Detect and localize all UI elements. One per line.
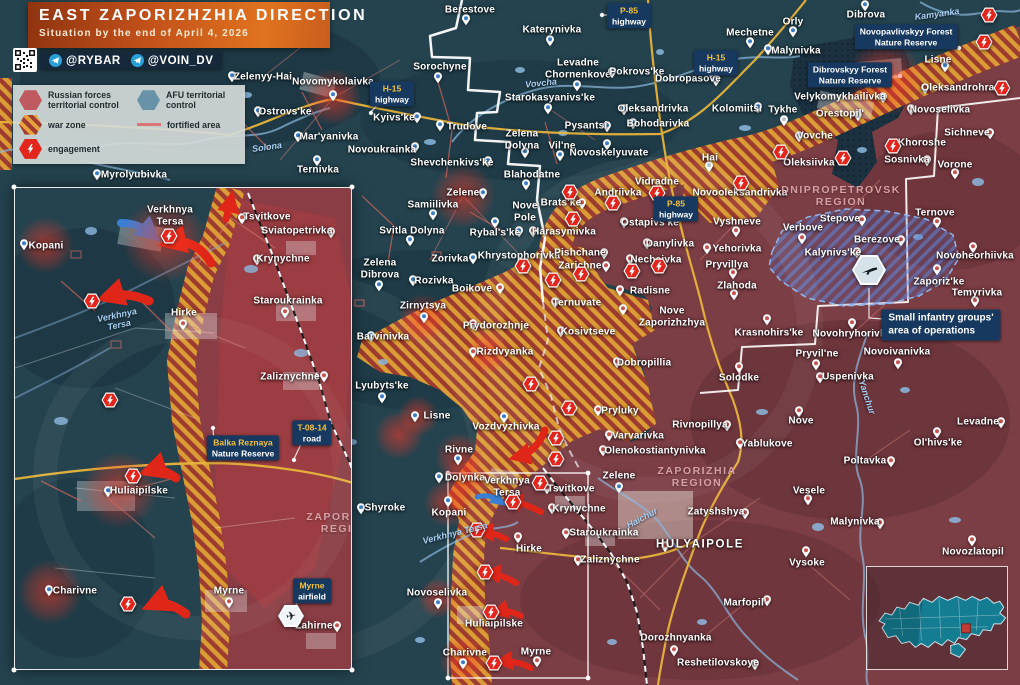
channel-handle: @RYBAR [66, 55, 121, 67]
legend-icon-hex-warzone [19, 115, 42, 135]
legend-item-war-zone: war zone [19, 115, 137, 135]
legend-icon-hex-engagement [19, 139, 42, 159]
legend-item-engagement: engagement [19, 139, 137, 159]
qr-code [13, 48, 37, 72]
title-banner: EAST ZAPORIZHZHIA DIRECTION Situation by… [28, 2, 330, 48]
map-legend: Russian forces territorial control AFU te… [13, 85, 245, 164]
legend-icon-hex-afu [137, 90, 160, 110]
legend-label: AFU territorial control [166, 90, 245, 110]
channel-handle: @VOIN_DV [148, 55, 214, 67]
legend-item-fortified-area: fortified area [137, 115, 245, 135]
telegram-channel-voin-dv[interactable]: @VOIN_DV [131, 54, 214, 67]
inset-corner-dot [350, 185, 355, 190]
zoom-inset-map: ZAPORIZHIA REGION [14, 187, 352, 670]
war-map-canvas: ZAPORIZHIA REGION BerestoveKaterynivkaSo… [0, 0, 1020, 685]
legend-label: war zone [48, 120, 86, 130]
inset-region-label: ZAPORIZHIA REGION [306, 511, 352, 535]
inset-base-map [15, 188, 352, 670]
legend-item-afu-territorial-control: AFU territorial control [137, 90, 245, 110]
inset-corner-dot [350, 668, 355, 673]
legend-icon-hex-russian [19, 90, 42, 110]
legend-label: engagement [48, 144, 100, 154]
inset-corner-dot [12, 185, 17, 190]
telegram-icon [49, 54, 62, 67]
legend-item-russian-forces: Russian forces territorial control [19, 90, 137, 110]
map-subtitle: Situation by the end of April 4, 2026 [39, 28, 330, 39]
inset-corner-dot [12, 668, 17, 673]
telegram-channel-rybar[interactable]: @RYBAR [49, 54, 121, 67]
telegram-icon [131, 54, 144, 67]
ukraine-minimap [866, 566, 1008, 670]
telegram-channels-bar: @RYBAR @VOIN_DV [40, 52, 222, 69]
map-title: EAST ZAPORIZHZHIA DIRECTION [39, 7, 330, 25]
legend-icon-line-fortified [137, 123, 161, 126]
current-region-marker [962, 624, 971, 633]
legend-label: fortified area [167, 120, 220, 130]
legend-label: Russian forces territorial control [48, 90, 119, 110]
